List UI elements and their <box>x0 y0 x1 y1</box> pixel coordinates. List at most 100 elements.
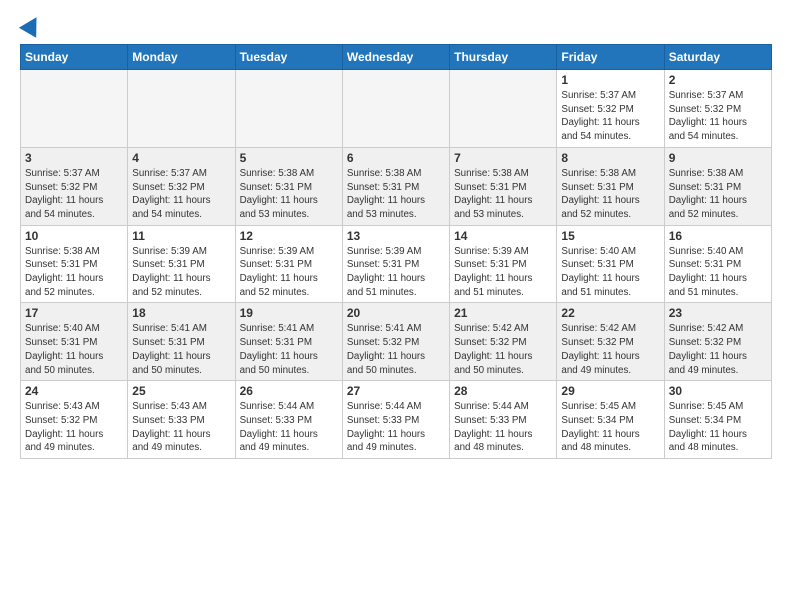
sunrise-text: Sunrise: 5:37 AM <box>132 167 230 181</box>
day-number: 15 <box>561 229 659 243</box>
daylight-text-line1: Daylight: 11 hours <box>454 272 552 286</box>
daylight-text-line2: and 49 minutes. <box>347 441 445 455</box>
daylight-text-line1: Daylight: 11 hours <box>561 194 659 208</box>
sunrise-text: Sunrise: 5:38 AM <box>25 245 123 259</box>
daylight-text-line2: and 54 minutes. <box>25 208 123 222</box>
sunset-text: Sunset: 5:31 PM <box>669 181 767 195</box>
sunset-text: Sunset: 5:34 PM <box>561 414 659 428</box>
sunrise-text: Sunrise: 5:42 AM <box>669 322 767 336</box>
sunset-text: Sunset: 5:32 PM <box>669 103 767 117</box>
daylight-text-line2: and 48 minutes. <box>454 441 552 455</box>
daylight-text-line2: and 53 minutes. <box>240 208 338 222</box>
calendar-header-wednesday: Wednesday <box>342 45 449 70</box>
sunset-text: Sunset: 5:31 PM <box>454 258 552 272</box>
day-number: 27 <box>347 384 445 398</box>
daylight-text-line1: Daylight: 11 hours <box>669 350 767 364</box>
calendar-cell: 8 Sunrise: 5:38 AMSunset: 5:31 PMDaylight… <box>557 147 664 225</box>
sunrise-text: Sunrise: 5:38 AM <box>240 167 338 181</box>
day-info: Sunrise: 5:38 AMSunset: 5:31 PMDaylight:… <box>561 167 659 222</box>
sunset-text: Sunset: 5:32 PM <box>132 181 230 195</box>
calendar-cell: 1 Sunrise: 5:37 AMSunset: 5:32 PMDaylight… <box>557 70 664 148</box>
page: SundayMondayTuesdayWednesdayThursdayFrid… <box>0 0 792 612</box>
day-number: 13 <box>347 229 445 243</box>
sunset-text: Sunset: 5:33 PM <box>454 414 552 428</box>
daylight-text-line1: Daylight: 11 hours <box>347 428 445 442</box>
daylight-text-line1: Daylight: 11 hours <box>347 194 445 208</box>
sunset-text: Sunset: 5:31 PM <box>347 181 445 195</box>
sunset-text: Sunset: 5:31 PM <box>240 258 338 272</box>
day-info: Sunrise: 5:40 AMSunset: 5:31 PMDaylight:… <box>561 245 659 300</box>
day-number: 12 <box>240 229 338 243</box>
day-info: Sunrise: 5:39 AMSunset: 5:31 PMDaylight:… <box>454 245 552 300</box>
calendar-cell <box>235 70 342 148</box>
calendar-header-friday: Friday <box>557 45 664 70</box>
daylight-text-line1: Daylight: 11 hours <box>669 272 767 286</box>
day-info: Sunrise: 5:43 AMSunset: 5:33 PMDaylight:… <box>132 400 230 455</box>
sunset-text: Sunset: 5:31 PM <box>669 258 767 272</box>
day-number: 22 <box>561 306 659 320</box>
day-number: 26 <box>240 384 338 398</box>
sunrise-text: Sunrise: 5:44 AM <box>240 400 338 414</box>
day-number: 1 <box>561 73 659 87</box>
day-number: 11 <box>132 229 230 243</box>
day-info: Sunrise: 5:37 AMSunset: 5:32 PMDaylight:… <box>561 89 659 144</box>
daylight-text-line2: and 49 minutes. <box>25 441 123 455</box>
daylight-text-line2: and 54 minutes. <box>132 208 230 222</box>
calendar-cell: 28Sunrise: 5:44 AMSunset: 5:33 PMDayligh… <box>450 381 557 459</box>
sunset-text: Sunset: 5:31 PM <box>132 258 230 272</box>
sunrise-text: Sunrise: 5:40 AM <box>669 245 767 259</box>
day-info: Sunrise: 5:38 AMSunset: 5:31 PMDaylight:… <box>25 245 123 300</box>
day-number: 2 <box>669 73 767 87</box>
calendar-week-row: 24Sunrise: 5:43 AMSunset: 5:32 PMDayligh… <box>21 381 772 459</box>
daylight-text-line2: and 53 minutes. <box>347 208 445 222</box>
day-info: Sunrise: 5:40 AMSunset: 5:31 PMDaylight:… <box>669 245 767 300</box>
day-number: 19 <box>240 306 338 320</box>
calendar-week-row: 17Sunrise: 5:40 AMSunset: 5:31 PMDayligh… <box>21 303 772 381</box>
daylight-text-line1: Daylight: 11 hours <box>669 116 767 130</box>
daylight-text-line1: Daylight: 11 hours <box>25 428 123 442</box>
sunrise-text: Sunrise: 5:41 AM <box>240 322 338 336</box>
day-number: 6 <box>347 151 445 165</box>
daylight-text-line2: and 51 minutes. <box>454 286 552 300</box>
sunset-text: Sunset: 5:32 PM <box>561 103 659 117</box>
daylight-text-line1: Daylight: 11 hours <box>240 428 338 442</box>
calendar-cell: 27Sunrise: 5:44 AMSunset: 5:33 PMDayligh… <box>342 381 449 459</box>
daylight-text-line1: Daylight: 11 hours <box>561 116 659 130</box>
daylight-text-line1: Daylight: 11 hours <box>454 194 552 208</box>
calendar-cell: 9Sunrise: 5:38 AMSunset: 5:31 PMDaylight… <box>664 147 771 225</box>
sunset-text: Sunset: 5:32 PM <box>25 181 123 195</box>
calendar-header-tuesday: Tuesday <box>235 45 342 70</box>
day-info: Sunrise: 5:41 AMSunset: 5:32 PMDaylight:… <box>347 322 445 377</box>
sunset-text: Sunset: 5:31 PM <box>561 181 659 195</box>
sunset-text: Sunset: 5:33 PM <box>132 414 230 428</box>
calendar-cell: 20Sunrise: 5:41 AMSunset: 5:32 PMDayligh… <box>342 303 449 381</box>
day-info: Sunrise: 5:37 AMSunset: 5:32 PMDaylight:… <box>669 89 767 144</box>
daylight-text-line2: and 49 minutes. <box>132 441 230 455</box>
day-number: 29 <box>561 384 659 398</box>
daylight-text-line1: Daylight: 11 hours <box>132 428 230 442</box>
calendar-week-row: 1 Sunrise: 5:37 AMSunset: 5:32 PMDaylight… <box>21 70 772 148</box>
calendar-cell: 18Sunrise: 5:41 AMSunset: 5:31 PMDayligh… <box>128 303 235 381</box>
daylight-text-line1: Daylight: 11 hours <box>561 272 659 286</box>
calendar-cell <box>128 70 235 148</box>
daylight-text-line1: Daylight: 11 hours <box>240 350 338 364</box>
day-number: 30 <box>669 384 767 398</box>
sunset-text: Sunset: 5:34 PM <box>669 414 767 428</box>
day-number: 16 <box>669 229 767 243</box>
sunrise-text: Sunrise: 5:41 AM <box>347 322 445 336</box>
sunrise-text: Sunrise: 5:38 AM <box>561 167 659 181</box>
sunset-text: Sunset: 5:31 PM <box>561 258 659 272</box>
daylight-text-line2: and 49 minutes. <box>561 364 659 378</box>
day-info: Sunrise: 5:43 AMSunset: 5:32 PMDaylight:… <box>25 400 123 455</box>
day-info: Sunrise: 5:41 AMSunset: 5:31 PMDaylight:… <box>132 322 230 377</box>
daylight-text-line1: Daylight: 11 hours <box>561 428 659 442</box>
sunrise-text: Sunrise: 5:38 AM <box>347 167 445 181</box>
daylight-text-line2: and 50 minutes. <box>25 364 123 378</box>
calendar-cell: 26Sunrise: 5:44 AMSunset: 5:33 PMDayligh… <box>235 381 342 459</box>
day-number: 8 <box>561 151 659 165</box>
sunrise-text: Sunrise: 5:40 AM <box>25 322 123 336</box>
sunrise-text: Sunrise: 5:42 AM <box>454 322 552 336</box>
sunset-text: Sunset: 5:31 PM <box>454 181 552 195</box>
daylight-text-line2: and 52 minutes. <box>25 286 123 300</box>
sunrise-text: Sunrise: 5:40 AM <box>561 245 659 259</box>
